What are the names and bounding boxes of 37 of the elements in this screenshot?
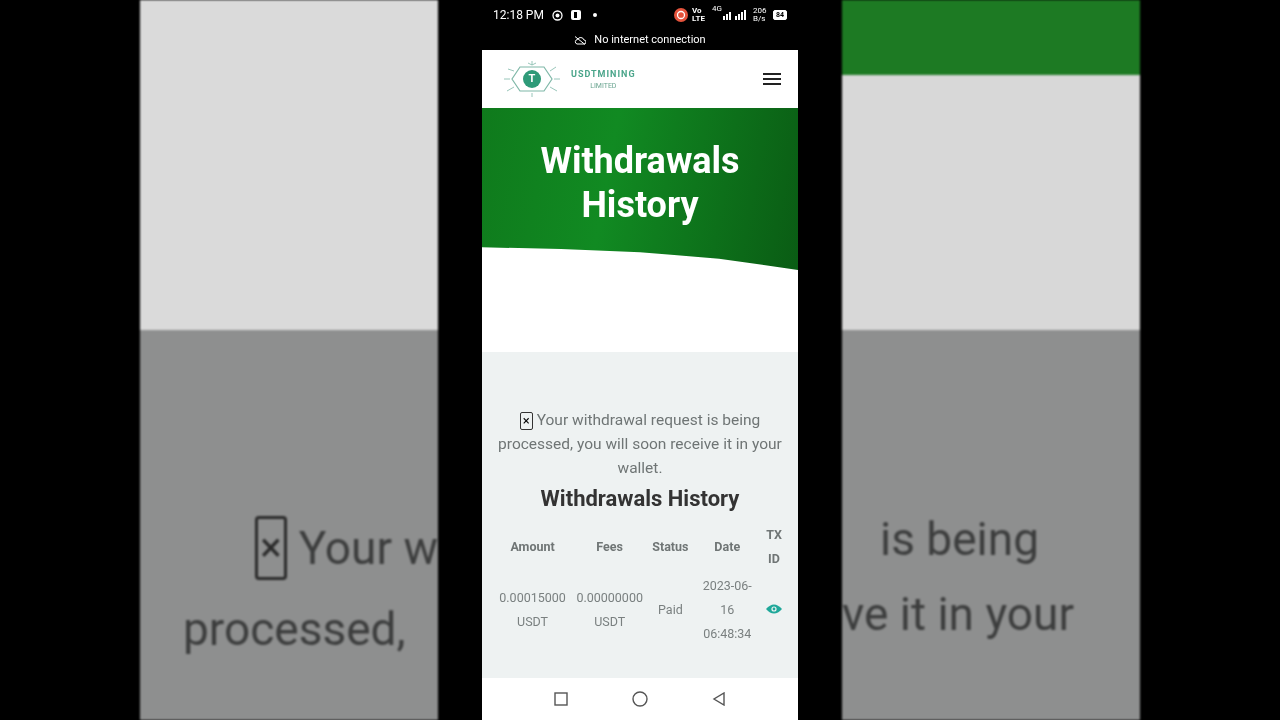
hero-title: Withdrawals History (539, 139, 741, 227)
column-header: Date (714, 539, 741, 554)
blurred-text: Your w (298, 525, 438, 571)
signal-icon (722, 10, 749, 20)
fees-cell: 0.00000000 USDT (576, 590, 643, 629)
recents-button[interactable] (554, 692, 568, 706)
column-header: Fees (596, 539, 623, 554)
blurred-text: ve it in your (842, 591, 1076, 637)
blurred-text: is being (879, 516, 1040, 562)
speed-label: 206 B/s (752, 7, 768, 23)
logo-letter: T (527, 70, 537, 87)
column-header: Status (652, 539, 689, 554)
menu-icon[interactable] (763, 72, 781, 86)
blurred-text: processed, (182, 606, 407, 652)
dot-icon (592, 13, 597, 17)
section-title: Withdrawals History (540, 485, 740, 513)
column-header: Amount (510, 539, 555, 554)
data-type-label: 4G (712, 5, 722, 13)
back-button[interactable] (712, 692, 726, 706)
date-cell: 2023-06-16 06:48:34 (702, 578, 752, 641)
eye-icon[interactable] (766, 604, 782, 614)
status-time: 12:18 PM (493, 7, 544, 24)
close-button[interactable]: × (519, 412, 533, 430)
record-icon (674, 8, 688, 22)
home-button[interactable] (632, 691, 648, 707)
logo-name: USDTMINING (571, 68, 636, 82)
connection-status-text: No internet connection (594, 31, 706, 48)
network-label: Vo LTE (692, 7, 706, 23)
app-icon (570, 10, 581, 20)
cloud-off-icon (574, 35, 587, 45)
amount-cell: 0.00015000 USDT (499, 590, 566, 629)
alert-message: × Your withdrawal request is being processed, you will soon receive it in your wallet. (497, 410, 783, 479)
status-cell: Paid (658, 602, 683, 617)
close-glyph: × (255, 516, 287, 580)
record-icon (551, 9, 563, 21)
column-header: TX ID (766, 527, 782, 566)
logo-icon (504, 61, 560, 97)
